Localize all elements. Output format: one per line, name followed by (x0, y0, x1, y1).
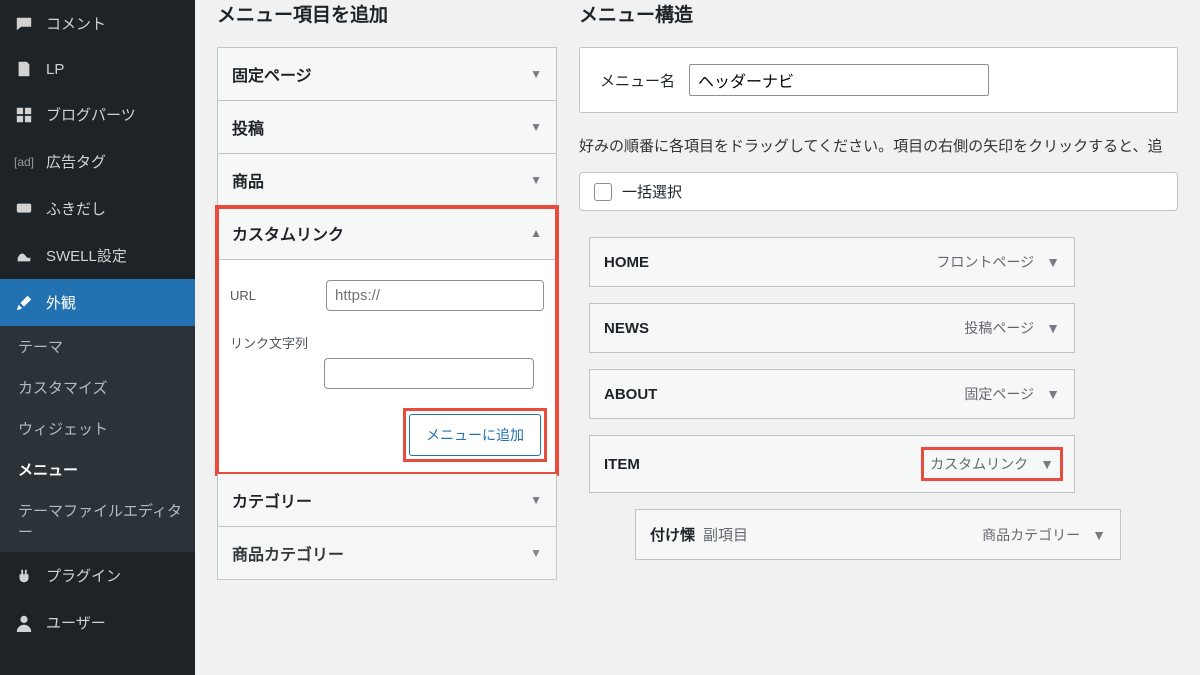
menu-sub-item[interactable]: 付け慄副項目 商品カテゴリー ▼ (635, 509, 1121, 560)
accordion-title: 固定ページ (232, 62, 312, 86)
sidebar-item-swell[interactable]: SWELL設定 (0, 232, 195, 279)
submenu-customize[interactable]: カスタマイズ (0, 367, 195, 408)
add-items-heading: メニュー項目を追加 (217, 0, 557, 27)
accordion-custom-link-head[interactable]: カスタムリンク ▲ (218, 207, 556, 260)
chevron-down-icon[interactable]: ▼ (1040, 456, 1054, 472)
sidebar-item-adtag[interactable]: [ad] 広告タグ (0, 138, 195, 185)
menu-item-item[interactable]: ITEM カスタムリンク ▼ (589, 435, 1075, 493)
accordion-title: 投稿 (232, 115, 264, 139)
menu-name-row: メニュー名 (579, 47, 1178, 113)
url-label: URL (230, 288, 314, 303)
ad-icon: [ad] (14, 155, 34, 169)
sidebar-item-label: 広告タグ (46, 151, 106, 172)
add-menu-items-column: メニュー項目を追加 固定ページ ▼ 投稿 ▼ 商品 ▼ カスタムリンク ▲ URL (217, 0, 557, 675)
sidebar-item-appearance[interactable]: 外観 (0, 279, 195, 326)
add-to-menu-button[interactable]: メニューに追加 (409, 414, 541, 456)
sidebar-item-label: SWELL設定 (46, 245, 127, 266)
custom-link-text-input[interactable] (324, 358, 534, 389)
accordion-pages[interactable]: 固定ページ ▼ (217, 47, 557, 101)
accordion-products[interactable]: 商品 ▼ (217, 154, 557, 207)
menu-name-label: メニュー名 (600, 70, 675, 91)
accordion-title: カテゴリー (232, 488, 312, 512)
menu-item-type: 投稿ページ (964, 318, 1034, 338)
chevron-down-icon[interactable]: ▼ (1092, 527, 1106, 543)
chevron-down-icon: ▼ (530, 67, 542, 81)
page-icon (14, 60, 34, 78)
plug-icon (14, 567, 34, 585)
submenu-theme-editor[interactable]: テーマファイルエディター (0, 490, 195, 552)
menu-item-news[interactable]: NEWS 投稿ページ ▼ (589, 303, 1075, 353)
chevron-down-icon[interactable]: ▼ (1046, 320, 1060, 336)
sidebar-item-fukidashi[interactable]: ふきだし (0, 185, 195, 232)
accordion-title: 商品 (232, 168, 264, 192)
menu-item-type: 商品カテゴリー (982, 525, 1080, 545)
sidebar-item-plugins[interactable]: プラグイン (0, 552, 195, 599)
submenu-menus[interactable]: メニュー (0, 449, 195, 490)
accordion-custom-link: カスタムリンク ▲ URL リンク文字列 メニューに追加 (217, 207, 557, 474)
comment-icon (14, 15, 34, 33)
user-icon (14, 614, 34, 632)
grid-icon (14, 106, 34, 124)
menu-item-title: NEWS (604, 320, 649, 337)
chevron-down-icon[interactable]: ▼ (1046, 386, 1060, 402)
chevron-down-icon: ▼ (530, 173, 542, 187)
menu-item-title: 付け慄副項目 (650, 524, 748, 545)
accordion-product-cats[interactable]: 商品カテゴリー ▼ (217, 527, 557, 580)
menu-item-title: HOME (604, 254, 649, 271)
sidebar-item-label: LP (46, 61, 64, 78)
menu-item-type: カスタムリンク (930, 454, 1028, 474)
bulk-select-checkbox[interactable] (594, 183, 612, 201)
menu-item-about[interactable]: ABOUT 固定ページ ▼ (589, 369, 1075, 419)
speech-icon (14, 200, 34, 218)
accordion-posts[interactable]: 投稿 ▼ (217, 101, 557, 154)
brush-icon (14, 294, 34, 312)
custom-link-url-input[interactable] (326, 280, 544, 311)
chevron-up-icon: ▲ (530, 226, 542, 240)
menu-structure-column: メニュー構造 メニュー名 好みの順番に各項目をドラッグしてください。項目の右側の… (579, 0, 1178, 675)
link-text-label: リンク文字列 (230, 333, 314, 352)
chevron-down-icon: ▼ (530, 120, 542, 134)
chevron-down-icon[interactable]: ▼ (1046, 254, 1060, 270)
admin-sidebar: コメント LP ブログパーツ [ad] 広告タグ ふきだし SWELL設定 外観… (0, 0, 195, 675)
menu-name-input[interactable] (689, 64, 989, 96)
menu-item-type: 固定ページ (964, 384, 1034, 404)
sidebar-item-label: 外観 (46, 292, 76, 313)
menu-item-title: ITEM (604, 456, 640, 473)
sidebar-item-label: コメント (46, 13, 106, 34)
bulk-select-label: 一括選択 (622, 181, 682, 202)
sidebar-item-label: プラグイン (46, 565, 121, 586)
menu-item-type: フロントページ (936, 252, 1034, 272)
chevron-down-icon: ▼ (530, 493, 542, 507)
bulk-select-toggle[interactable]: 一括選択 (579, 172, 1178, 211)
structure-instruction: 好みの順番に各項目をドラッグしてください。項目の右側の矢印をクリックすると、追 (579, 135, 1178, 156)
accordion-categories[interactable]: カテゴリー ▼ (217, 474, 557, 527)
submenu-themes[interactable]: テーマ (0, 326, 195, 367)
sidebar-item-blogparts[interactable]: ブログパーツ (0, 91, 195, 138)
sidebar-item-label: ユーザー (46, 612, 106, 633)
sidebar-item-users[interactable]: ユーザー (0, 599, 195, 646)
sidebar-item-lp[interactable]: LP (0, 47, 195, 91)
submenu-widgets[interactable]: ウィジェット (0, 408, 195, 449)
chevron-down-icon: ▼ (530, 546, 542, 560)
swell-icon (14, 247, 34, 265)
accordion-title: カスタムリンク (232, 221, 344, 245)
menu-item-sublabel: 副項目 (703, 527, 748, 544)
menu-item-home[interactable]: HOME フロントページ ▼ (589, 237, 1075, 287)
menu-structure-heading: メニュー構造 (579, 0, 1178, 27)
accordion-title: 商品カテゴリー (232, 541, 344, 565)
sidebar-item-comments[interactable]: コメント (0, 0, 195, 47)
sidebar-item-label: ブログパーツ (46, 104, 136, 125)
menu-item-title: ABOUT (604, 386, 657, 403)
sidebar-item-label: ふきだし (46, 198, 106, 219)
